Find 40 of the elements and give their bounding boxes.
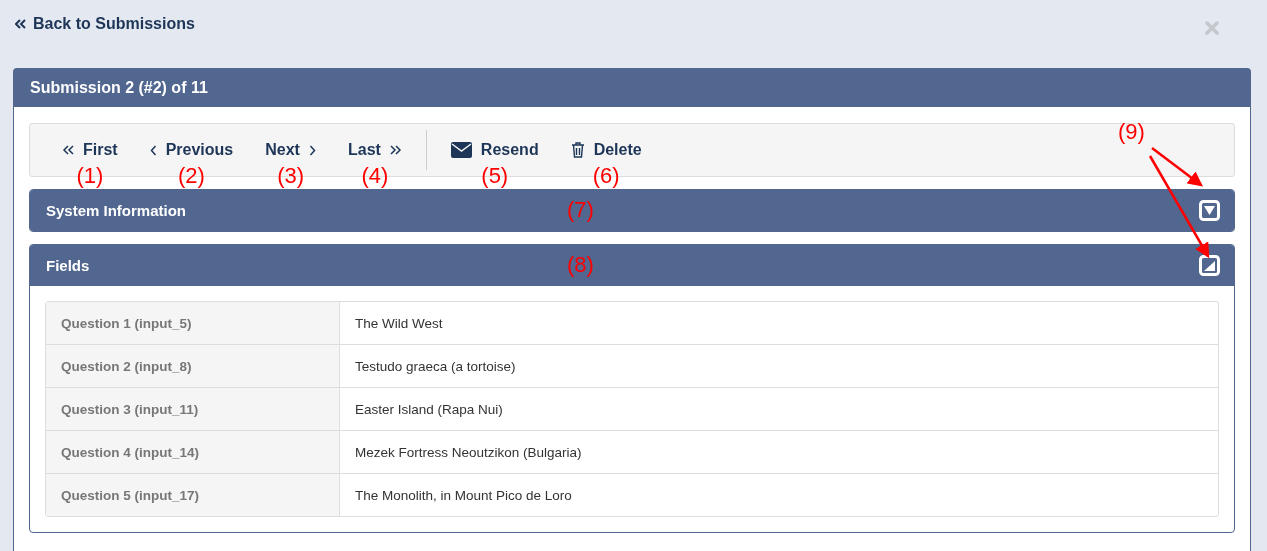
field-label-cell: Question 5 (input_17) xyxy=(46,473,340,516)
collapse-icon[interactable] xyxy=(1199,255,1220,276)
field-label-cell: Question 4 (input_14) xyxy=(46,430,340,473)
double-chevron-left-icon xyxy=(62,145,74,155)
annotation-number: (7) xyxy=(567,199,594,221)
annotation-number: (6) xyxy=(592,165,620,187)
delete-button[interactable]: Delete xyxy=(554,135,658,165)
field-value-cell: Testudo graeca (a tortoise) xyxy=(340,344,1218,387)
last-button[interactable]: Last xyxy=(331,135,418,165)
annotation-number: (9) xyxy=(1118,121,1145,143)
section-header[interactable]: System Information (7) xyxy=(30,190,1234,231)
panel-title: Submission 2 (#2) of 11 xyxy=(30,79,208,97)
annotation-number: (3) xyxy=(277,165,305,187)
double-chevron-right-icon xyxy=(389,145,402,155)
double-chevron-left-icon xyxy=(15,19,26,29)
field-label-cell: Question 1 (input_5) xyxy=(46,302,340,344)
next-button[interactable]: Next xyxy=(249,135,332,165)
annotation-number: (8) xyxy=(567,254,594,276)
section-header[interactable]: Fields (8) xyxy=(30,245,1234,286)
chevron-right-icon xyxy=(308,144,316,156)
annotation-number: (1) xyxy=(76,165,104,187)
back-link[interactable]: Back to Submissions xyxy=(15,15,195,33)
section-title: Fields xyxy=(46,257,90,274)
annotation-number: (4) xyxy=(361,165,389,187)
field-value-cell: Mezek Fortress Neoutzikon (Bulgaria) xyxy=(340,430,1218,473)
envelope-icon xyxy=(450,142,472,158)
annotation-number: (5) xyxy=(481,165,509,187)
trash-icon xyxy=(570,142,585,158)
field-label-cell: Question 2 (input_8) xyxy=(46,344,340,387)
annotation-number: (2) xyxy=(178,165,205,187)
chevron-left-icon xyxy=(149,144,157,156)
previous-button[interactable]: Previous xyxy=(133,135,250,165)
field-value-cell: Easter Island (Rapa Nui) xyxy=(340,387,1218,430)
field-value-cell: The Monolith, in Mount Pico de Loro xyxy=(340,473,1218,516)
expand-icon[interactable] xyxy=(1199,200,1220,221)
field-value-cell-text: The Wild West xyxy=(354,314,444,333)
resend-button[interactable]: Resend xyxy=(434,135,555,165)
first-button[interactable]: First xyxy=(46,135,134,165)
field-label-cell: Question 3 (input_11) xyxy=(46,387,340,430)
section-title: System Information xyxy=(46,202,187,219)
